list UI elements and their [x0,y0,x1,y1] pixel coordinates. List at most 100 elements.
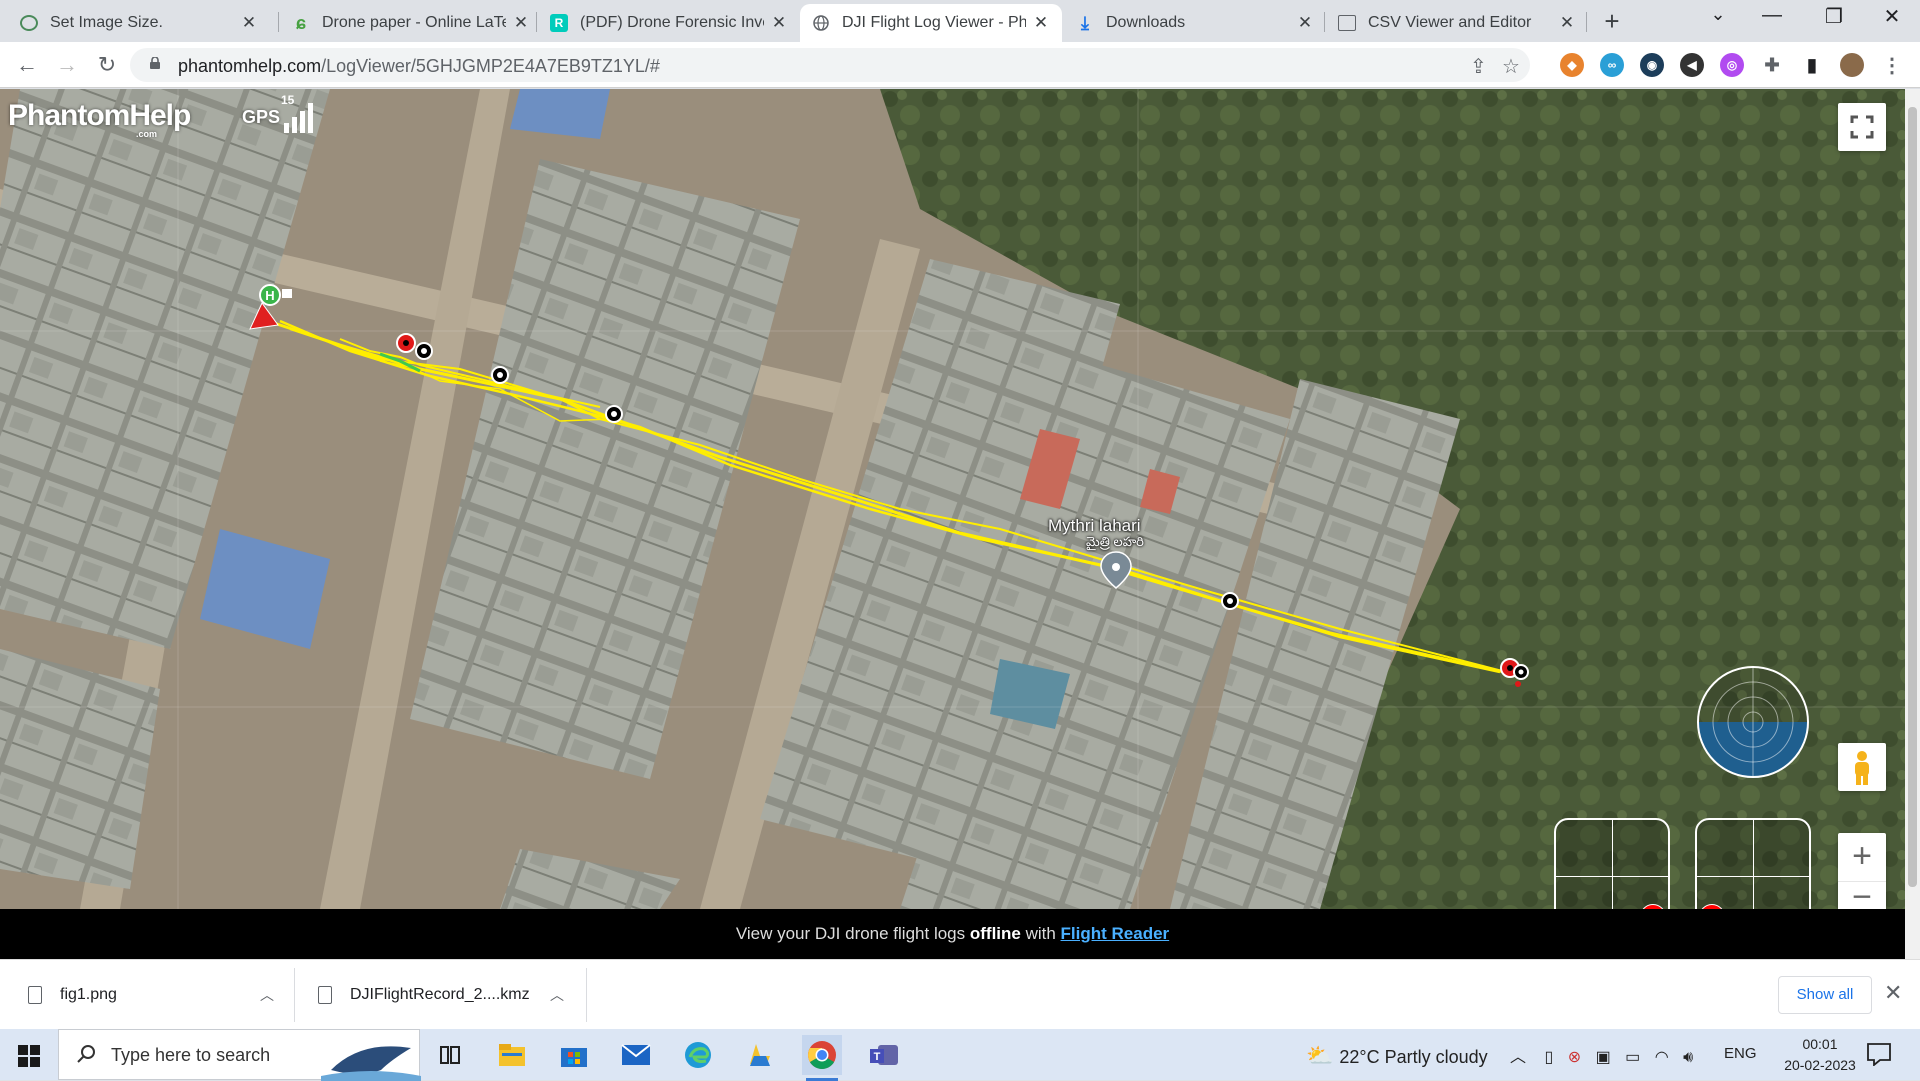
page-scrollbar[interactable] [1905,89,1920,959]
waypoint-marker[interactable] [491,366,509,384]
satellite-map[interactable]: H PhantomHelp .com GPS 15 Mythri lahari … [0,89,1905,909]
files-folder-icon[interactable] [740,1035,780,1075]
taskbar-search-box[interactable]: Type here to search [58,1029,421,1081]
overleaf-icon: ɕ [295,12,306,33]
back-icon[interactable]: ← [12,50,42,80]
chevron-up-icon[interactable]: ︿ [260,985,274,1005]
tab-close-icon[interactable]: ✕ [512,13,530,33]
show-all-button[interactable]: Show all [1778,976,1872,1014]
profile-avatar[interactable] [1840,53,1864,77]
tab-title: DJI Flight Log Viewer - Phan [842,14,1026,31]
tab-csv-viewer[interactable]: CSV Viewer and Editor ✕ [1326,4,1588,42]
tab-close-icon[interactable]: ✕ [1296,13,1314,33]
new-tab-button[interactable]: + [1596,6,1628,37]
chrome-icon[interactable] [802,1035,842,1081]
battery-icon[interactable]: ▭ [1625,1049,1640,1066]
zoom-out-button[interactable]: − [1838,880,1886,909]
download-separator [294,968,295,1022]
notification-center-icon[interactable] [1866,1042,1892,1066]
microsoft-store-icon[interactable] [554,1035,594,1075]
system-tray: ︿ ▯ ⊗ ▣ ▭ ◠ 🔊︎ [1510,1043,1693,1067]
tab-close-icon[interactable]: ✕ [1558,13,1576,33]
metamask-icon[interactable]: ◆ [1560,53,1584,77]
url-text[interactable]: phantomhelp.com/LogViewer/5GHJGMP2E4A7EB… [178,56,660,77]
tab-title: Set Image Size. [50,14,163,31]
tab-close-icon[interactable]: ✕ [1032,13,1050,33]
pegman-icon [1855,751,1869,785]
tab-separator [1586,12,1587,32]
volume-icon[interactable]: 🔊︎ [1683,1049,1693,1066]
flight-reader-promo: View your DJI drone flight logs offline … [0,909,1905,959]
weather-widget[interactable]: ⛅ 22°C Partly cloudy [1306,1043,1488,1069]
task-view-icon[interactable] [430,1035,470,1075]
forward-icon[interactable]: → [52,50,82,80]
flight-reader-link[interactable]: Flight Reader [1061,924,1170,943]
device-icon[interactable]: ▯ [1544,1049,1553,1066]
download-item[interactable]: DJIFlightRecord_2....kmz ︿ [318,960,568,1030]
teams-icon[interactable]: T [864,1035,904,1075]
csv-icon [1338,15,1356,31]
chevron-up-icon[interactable]: ︿ [550,985,564,1005]
right-stick-indicator [1695,818,1811,909]
waypoint-marker[interactable] [1513,664,1529,680]
url-path: /LogViewer/5GHJGMP2E4A7EB9TZ1YL/# [321,56,660,76]
language-indicator[interactable]: ENG [1724,1045,1757,1062]
edge-icon[interactable] [678,1035,718,1075]
display-icon[interactable]: ▣ [1596,1049,1611,1066]
photo-marker[interactable] [396,333,416,353]
system-clock[interactable]: 00:01 20-02-2023 [1778,1034,1862,1076]
tab-dji-flight-log-viewer[interactable]: DJI Flight Log Viewer - Phan ✕ [800,4,1062,42]
tab-close-icon[interactable]: ✕ [770,13,788,33]
home-point-marker[interactable]: H [259,284,292,306]
wifi-icon[interactable]: ◠ [1655,1049,1669,1066]
weather-text: 22°C Partly cloudy [1339,1047,1488,1067]
waypoint-marker[interactable] [415,342,433,360]
show-hidden-icons[interactable]: ︿ [1510,1049,1526,1066]
lock-icon[interactable] [150,57,160,69]
menu-icon[interactable]: ⋮ [1880,53,1904,77]
extension-megaphone-icon[interactable]: ◀ [1680,53,1704,77]
tab-set-image-size[interactable]: Set Image Size. ✕ [8,4,270,42]
address-bar[interactable]: phantomhelp.com/LogViewer/5GHJGMP2E4A7EB… [130,48,1530,82]
windows-start-icon[interactable] [18,1045,40,1067]
tab-overleaf[interactable]: ɕ Drone paper - Online LaTeX ✕ [280,4,542,42]
minimize-button[interactable]: — [1752,4,1792,27]
download-filename: fig1.png [60,986,117,1003]
tab-search-button[interactable]: ⌄ [1698,4,1738,25]
maximize-button[interactable]: ❐ [1814,4,1854,29]
map-pin-icon[interactable] [1100,551,1132,589]
close-window-button[interactable]: ✕ [1872,4,1912,29]
home-marker-label: H [265,288,274,303]
fullscreen-button[interactable] [1838,103,1886,151]
promo-text: View your DJI drone flight logs [735,924,970,943]
end-point-marker [1515,681,1521,687]
download-item[interactable]: fig1.png ︿ [28,960,278,1030]
researchgate-icon: R [550,14,568,32]
waypoint-marker[interactable] [605,405,623,423]
tab-title: (PDF) Drone Forensic Invest [580,14,764,31]
zoom-in-button[interactable]: + [1838,833,1886,881]
extension-audio-icon[interactable]: ◉ [1640,53,1664,77]
tab-researchgate[interactable]: R (PDF) Drone Forensic Invest ✕ [538,4,800,42]
reload-icon[interactable]: ↻ [92,50,122,80]
waypoint-marker[interactable] [1221,592,1239,610]
svg-text:T: T [874,1051,881,1063]
globe-icon [812,14,830,32]
extension-icon[interactable]: ∞ [1600,53,1624,77]
tab-title: Drone paper - Online LaTeX [322,14,506,31]
file-icon [318,986,332,1004]
tab-downloads[interactable]: ⤓ Downloads ✕ [1064,4,1326,42]
bookmark-star-icon[interactable]: ☆ [1502,54,1520,79]
extensions-puzzle-icon[interactable]: ✚ [1760,53,1784,77]
file-explorer-icon[interactable] [492,1035,532,1075]
mail-icon[interactable] [616,1035,656,1075]
side-panel-icon[interactable]: ▮ [1800,53,1824,77]
extension-circle-icon[interactable]: ◎ [1720,53,1744,77]
share-icon[interactable]: ⇪ [1470,54,1487,79]
street-view-button[interactable] [1838,743,1886,791]
tab-close-icon[interactable]: ✕ [240,13,258,33]
poi-label[interactable]: Mythri lahari [1048,516,1141,536]
scrollbar-thumb[interactable] [1908,107,1917,887]
close-shelf-icon[interactable]: ✕ [1884,980,1902,1006]
notification-badge-icon[interactable]: ⊗ [1568,1049,1581,1066]
